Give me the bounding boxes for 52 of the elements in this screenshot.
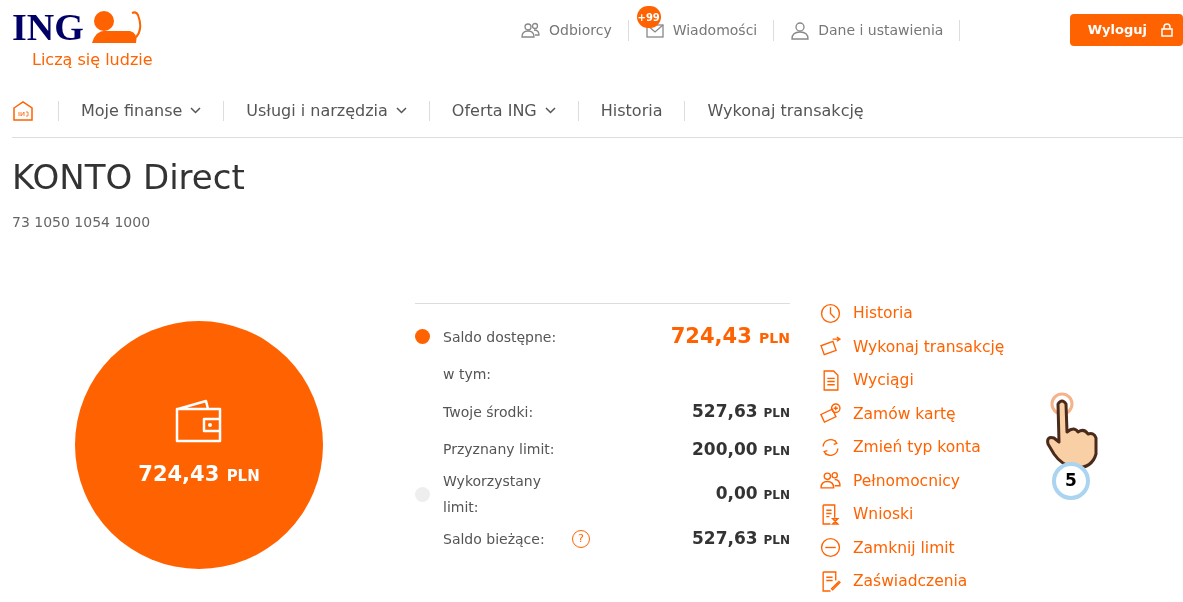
people-icon [521, 20, 541, 41]
home-icon[interactable] [12, 99, 34, 122]
chevron-down-icon [395, 107, 407, 114]
document-pen-icon [820, 570, 841, 592]
recipients-link[interactable]: Odbiorcy [505, 20, 628, 41]
balance-amount: 527,63 PLN [692, 527, 790, 550]
account-action-link[interactable]: Historia [820, 301, 1005, 325]
account-action-link[interactable]: Wnioski [820, 502, 1005, 526]
logout-button[interactable]: Wyloguj [1069, 14, 1183, 46]
balance-label: Przyznany limit: [443, 440, 556, 460]
balance-amount: 527,63 PLN [692, 400, 790, 423]
card-arrow-icon [820, 336, 841, 357]
tagline: Liczą się ludzie [31, 49, 154, 71]
clock-icon [820, 302, 841, 324]
account-action-link[interactable]: Wykonaj transakcję [820, 334, 1005, 359]
user-link[interactable]: Dane i ustawienia [774, 20, 960, 41]
balance-label: Wykorzystany limit: [443, 472, 542, 517]
balance-label: Twoje środki: [443, 402, 535, 422]
minus-circle-icon [820, 537, 841, 558]
card-plus-icon [820, 403, 841, 424]
account-action-link[interactable]: Pełnomocnicy [820, 468, 1005, 493]
balance-amount: 0,00 PLN [715, 482, 790, 506]
account-action-link[interactable]: Wyciągi [820, 368, 1005, 392]
account-action-link[interactable]: Zmień typ konta [820, 435, 1005, 459]
nav-menu-item[interactable]: Moje finanse [59, 98, 224, 123]
account-number: 73 1050 1054 1000 [12, 213, 152, 232]
people-icon [820, 470, 841, 491]
balance-label: w tym: [443, 365, 493, 385]
nav-menu-item[interactable]: Oferta ING [429, 98, 578, 123]
balance-label: Saldo dostępne: [443, 327, 558, 347]
lock-icon [1161, 23, 1173, 37]
messages-link[interactable]: Wiadomości [628, 20, 774, 41]
wallet-icon [174, 399, 224, 444]
person-icon [790, 20, 811, 41]
nav-menu-item[interactable]: Wykonaj transakcję [685, 98, 886, 123]
nav-menu-item[interactable]: Usługi i narzędzia [224, 98, 429, 123]
chevron-down-icon [190, 107, 202, 114]
nav-menu-item[interactable]: Historia [578, 98, 685, 123]
balance-amount: 724,43 PLN [670, 323, 790, 350]
step-badge: 5 [1052, 462, 1090, 500]
form-icon [820, 503, 841, 525]
balance-label: Saldo bieżące: [443, 529, 546, 549]
account-action-link[interactable]: Zamów kartę [820, 401, 1005, 426]
refresh-icon [820, 436, 841, 458]
chevron-down-icon [544, 107, 556, 114]
account-action-link[interactable]: Zamknij limit [820, 535, 1005, 560]
available-balance: 724,43 PLN [138, 461, 260, 489]
balance-amount: 200,00 PLN [692, 437, 790, 461]
unread-badge: +99 [636, 6, 661, 28]
account-title: KONTO Direct [12, 160, 246, 194]
ing-logo-text: ING [12, 8, 84, 46]
account-action-link[interactable]: Zaświadczenia [820, 569, 1005, 593]
